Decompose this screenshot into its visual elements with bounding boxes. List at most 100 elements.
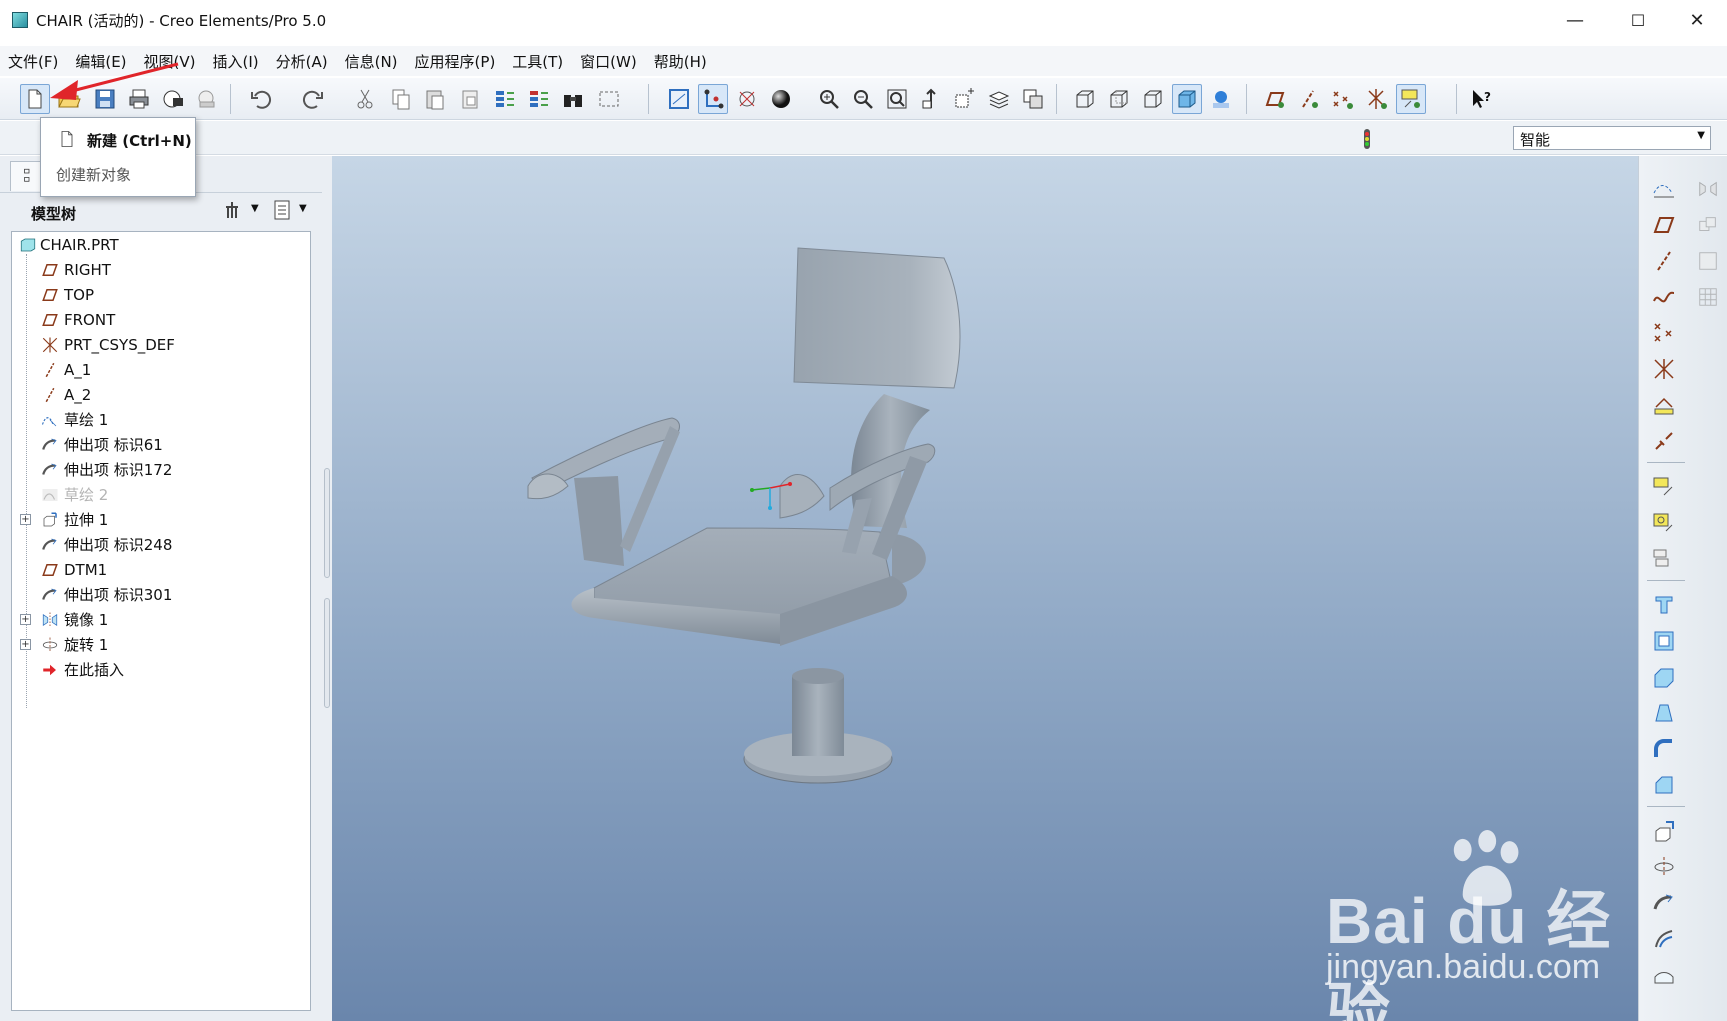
trim-tool-button[interactable] [1693,246,1723,276]
chamfer-tool-button[interactable] [1649,770,1679,800]
csys-tool-button[interactable] [1649,354,1679,384]
refit-button[interactable] [882,84,912,114]
menu-applications[interactable]: 应用程序(P) [415,51,496,72]
axis-display-button[interactable] [1294,84,1324,114]
status-light-button[interactable] [1352,124,1382,154]
copy-button[interactable] [386,84,416,114]
rib-tool-button[interactable] [1649,662,1679,692]
symbol-tool-button[interactable] [1649,508,1679,538]
menu-tools[interactable]: 工具(T) [512,51,563,72]
reorient-button[interactable] [916,84,946,114]
tree-item[interactable]: + 镜像 1 [12,607,310,632]
close-button[interactable]: ✕ [1668,0,1726,40]
minimize-button[interactable]: — [1546,0,1604,40]
watermark-domain: jingyan.baidu.com [1326,948,1601,986]
tree-item[interactable]: 草绘 2 [12,482,310,507]
tree-item[interactable]: 在此插入 [12,657,310,682]
undo-button[interactable] [246,84,276,114]
tree-item[interactable]: 伸出项 标识301 [12,582,310,607]
maximize-button[interactable]: ☐ [1609,0,1667,40]
tree-item[interactable]: + 拉伸 1 [12,507,310,532]
revolve-tool-button[interactable] [1649,852,1679,882]
tree-item[interactable]: 伸出项 标识172 [12,457,310,482]
paste-button[interactable] [420,84,450,114]
menu-window[interactable]: 窗口(W) [580,51,637,72]
point-display-button[interactable] [1328,84,1358,114]
boundary-tool-button[interactable] [1649,960,1679,990]
regen-manager-button[interactable] [524,84,554,114]
sketch-tool-button[interactable] [1649,174,1679,204]
annotation-display-button[interactable] [1396,84,1426,114]
tree-item[interactable]: A_1 [12,357,310,382]
tree-item[interactable]: PRT_CSYS_DEF [12,332,310,357]
tree-item[interactable]: A_2 [12,382,310,407]
splitter-grip[interactable] [324,598,330,708]
offset-tool-button[interactable] [1649,426,1679,456]
select-box-button[interactable] [594,84,624,114]
layers-button[interactable] [984,84,1014,114]
tree-item[interactable]: TOP [12,282,310,307]
zoom-out-button[interactable] [848,84,878,114]
paste-special-button[interactable] [456,84,486,114]
saved-views-button[interactable] [950,84,980,114]
tree-item[interactable]: 草绘 1 [12,407,310,432]
tree-item[interactable]: 伸出项 标识248 [12,532,310,557]
datum-curve-tool-button[interactable] [1649,282,1679,312]
surface-finish-tool-button[interactable] [1649,544,1679,574]
no-hidden-button[interactable] [1138,84,1168,114]
plane-display-button[interactable] [1260,84,1290,114]
zoom-in-button[interactable] [814,84,844,114]
regenerate-button[interactable] [490,84,520,114]
tree-item[interactable]: FRONT [12,307,310,332]
menu-analysis[interactable]: 分析(A) [276,51,328,72]
note-tool-button[interactable] [1649,472,1679,502]
spin-center-button[interactable] [732,84,762,114]
extrude-tool-button[interactable] [1649,816,1679,846]
context-help-button[interactable]: ? [1466,84,1496,114]
redo-button[interactable] [298,84,328,114]
spin-center-icon [739,91,755,107]
menu-info[interactable]: 信息(N) [345,51,398,72]
tree-item[interactable]: DTM1 [12,557,310,582]
datum-plane-tool-button[interactable] [1649,210,1679,240]
tree-columns-button[interactable] [268,195,298,225]
shading-button[interactable] [766,84,796,114]
chevron-down-icon[interactable]: ▼ [251,203,259,214]
expand-icon[interactable]: + [20,614,31,625]
tree-item[interactable]: 伸出项 标识61 [12,432,310,457]
draft-tool-button[interactable] [1649,698,1679,728]
tree-item[interactable]: RIGHT [12,257,310,282]
datum-point-tool-button[interactable] [1649,318,1679,348]
mirror-tool-button[interactable] [1693,174,1723,204]
round-tool-button[interactable] [1649,734,1679,764]
blend-tool-button[interactable] [1649,924,1679,954]
expand-icon[interactable]: + [20,639,31,650]
find-button[interactable] [558,84,588,114]
merge-tool-button[interactable] [1693,210,1723,240]
tree-item[interactable]: CHAIR.PRT [12,232,310,257]
chevron-down-icon[interactable]: ▼ [299,203,307,214]
tree-settings-button[interactable] [220,195,250,225]
symbol-icon [1653,513,1673,532]
hidden-line-button[interactable] [1104,84,1134,114]
menu-help[interactable]: 帮助(H) [654,51,707,72]
pattern-tool-button[interactable] [1693,282,1723,312]
expand-icon[interactable]: + [20,514,31,525]
datum-axis-tool-button[interactable] [1649,246,1679,276]
csys-display-button[interactable] [1362,84,1392,114]
sketch-view-button[interactable] [664,84,694,114]
shell-tool-button[interactable] [1649,626,1679,656]
cut-button[interactable] [350,84,380,114]
tree-item[interactable]: + 旋转 1 [12,632,310,657]
splitter-grip[interactable] [324,468,330,578]
hole-tool-button[interactable] [1649,590,1679,620]
sweep-tool-button[interactable] [1649,888,1679,918]
datum-display-button[interactable] [698,84,728,114]
analysis-tool-button[interactable] [1649,390,1679,420]
panel-splitter[interactable] [322,156,332,1021]
view-manager-button[interactable] [1018,84,1048,114]
wireframe-button[interactable] [1070,84,1100,114]
enhanced-realism-button[interactable] [1206,84,1236,114]
selection-filter-select[interactable]: 智能 ▼ [1513,126,1711,150]
shaded-view-button[interactable] [1172,84,1202,114]
